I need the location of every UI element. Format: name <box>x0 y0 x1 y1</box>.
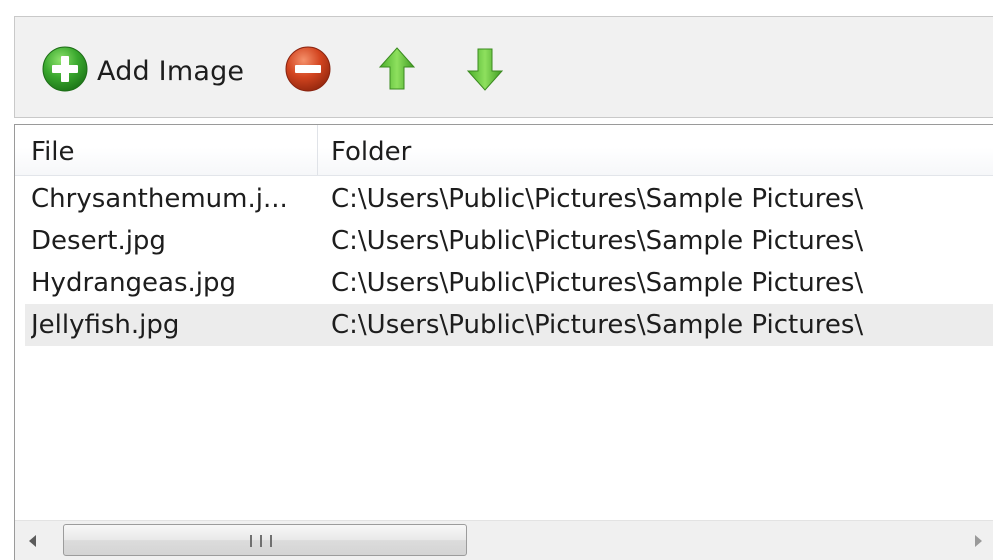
arrow-down-icon <box>465 45 505 97</box>
folder-path: C:\Users\Public\Pictures\Sample Pictures… <box>331 226 864 256</box>
column-header-folder[interactable]: Folder <box>331 125 991 175</box>
scroll-right-arrow-icon[interactable] <box>975 535 982 547</box>
horizontal-scrollbar[interactable] <box>15 520 993 560</box>
file-name: Desert.jpg <box>31 226 166 256</box>
scroll-left-arrow-icon[interactable] <box>29 535 36 547</box>
column-divider[interactable] <box>317 125 318 175</box>
remove-image-button[interactable] <box>283 45 333 97</box>
folder-path: C:\Users\Public\Pictures\Sample Pictures… <box>331 184 864 214</box>
add-image-label: Add Image <box>97 55 245 87</box>
list-item[interactable]: Hydrangeas.jpg C:\Users\Public\Pictures\… <box>25 262 993 304</box>
grip-icon <box>250 535 272 547</box>
image-list[interactable]: File Folder Chrysanthemum.j... C:\Users\… <box>14 124 993 560</box>
move-up-button[interactable] <box>377 47 417 95</box>
file-name: Hydrangeas.jpg <box>31 268 237 298</box>
list-item[interactable]: Chrysanthemum.j... C:\Users\Public\Pictu… <box>25 178 993 220</box>
toolbar: Add Image <box>14 16 993 118</box>
arrow-up-icon <box>377 45 417 97</box>
plus-circle-icon <box>41 45 89 97</box>
folder-path: C:\Users\Public\Pictures\Sample Pictures… <box>331 268 864 298</box>
list-header: File Folder <box>15 125 993 176</box>
list-item-selected[interactable]: Jellyfish.jpg C:\Users\Public\Pictures\S… <box>25 304 993 346</box>
folder-path: C:\Users\Public\Pictures\Sample Pictures… <box>331 310 864 340</box>
scrollbar-thumb[interactable] <box>63 524 467 556</box>
add-image-button[interactable]: Add Image <box>41 45 245 97</box>
minus-circle-icon <box>283 45 333 97</box>
column-header-file[interactable]: File <box>31 125 317 175</box>
image-list-panel: Add Image File Folder Chrysanthemum.j...… <box>0 0 993 560</box>
move-down-button[interactable] <box>465 47 505 95</box>
file-name: Jellyfish.jpg <box>31 310 180 340</box>
list-rows: Chrysanthemum.j... C:\Users\Public\Pictu… <box>15 178 993 346</box>
list-item[interactable]: Desert.jpg C:\Users\Public\Pictures\Samp… <box>25 220 993 262</box>
file-name: Chrysanthemum.j... <box>31 184 288 214</box>
